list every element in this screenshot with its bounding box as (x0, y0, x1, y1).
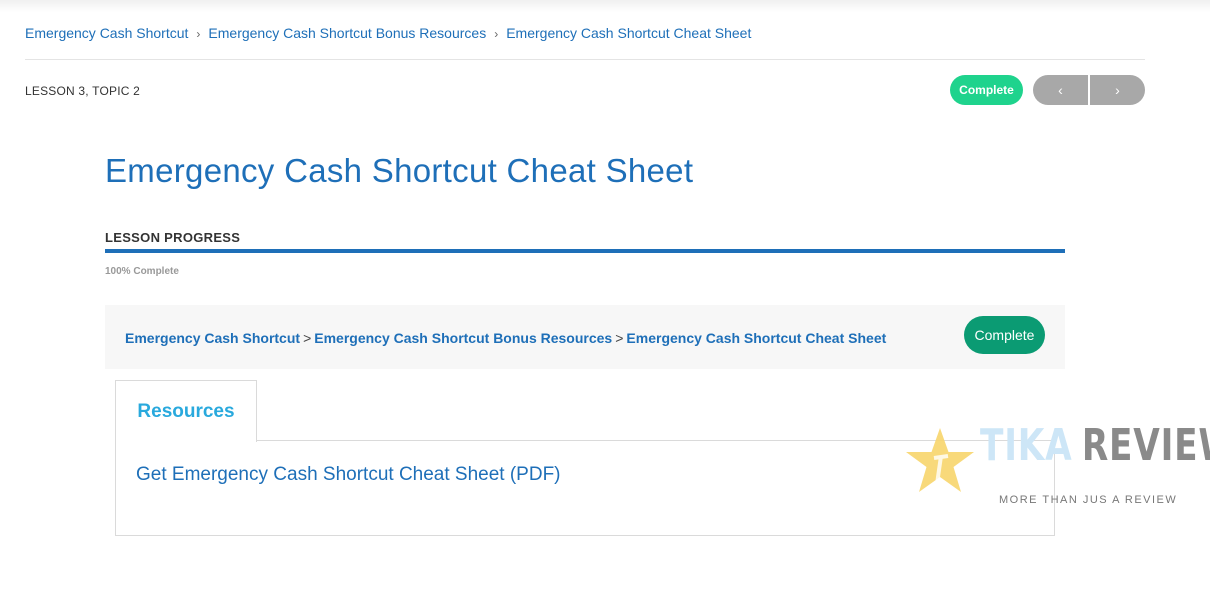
chevron-left-icon: ‹ (1058, 82, 1063, 98)
previous-button[interactable]: ‹ (1033, 75, 1088, 105)
complete-status-button[interactable]: Complete (950, 75, 1023, 105)
trail-separator: > (615, 330, 624, 346)
resource-link-pdf[interactable]: Get Emergency Cash Shortcut Cheat Sheet … (136, 464, 561, 486)
progress-bar-fill (105, 249, 1065, 253)
progress-bar (105, 249, 1065, 253)
lesson-navigation: ‹ › (1033, 75, 1145, 105)
star-icon (906, 428, 974, 492)
breadcrumb: Emergency Cash Shortcut › Emergency Cash S… (25, 25, 751, 41)
mark-complete-button[interactable]: Complete (964, 316, 1045, 354)
tab-resources[interactable]: Resources (115, 380, 257, 442)
watermark: TIKAREVIEW MORE THAN JUS A REVIEW (900, 420, 1210, 515)
watermark-brand-a: TIKA (980, 420, 1073, 471)
breadcrumb-separator: › (494, 27, 499, 41)
lesson-topic-label: LESSON 3, TOPIC 2 (25, 84, 141, 98)
next-button[interactable]: › (1090, 75, 1145, 105)
watermark-brand: TIKAREVIEW (980, 424, 1210, 468)
page-title: Emergency Cash Shortcut Cheat Sheet (105, 152, 694, 189)
progress-text: 100% Complete (105, 266, 179, 277)
breadcrumb-item-lesson[interactable]: Emergency Cash Shortcut Bonus Resources (208, 25, 486, 41)
top-shadow (0, 0, 1210, 12)
trail-item-topic[interactable]: Emergency Cash Shortcut Cheat Sheet (626, 330, 886, 346)
header-divider (25, 59, 1145, 60)
breadcrumb-item-topic[interactable]: Emergency Cash Shortcut Cheat Sheet (506, 25, 751, 41)
topic-trail: Emergency Cash Shortcut > Emergency Cash S… (125, 330, 886, 346)
trail-item-course[interactable]: Emergency Cash Shortcut (125, 330, 300, 346)
breadcrumb-item-course[interactable]: Emergency Cash Shortcut (25, 25, 188, 41)
topic-trail-box: Emergency Cash Shortcut > Emergency Cash S… (105, 305, 1065, 369)
chevron-right-icon: › (1115, 82, 1120, 98)
trail-item-lesson[interactable]: Emergency Cash Shortcut Bonus Resources (314, 330, 612, 346)
breadcrumb-separator: › (196, 27, 201, 41)
trail-separator: > (303, 330, 312, 346)
progress-heading: LESSON PROGRESS (105, 230, 241, 245)
watermark-tagline: MORE THAN JUS A REVIEW (999, 494, 1178, 506)
watermark-brand-b: REVIEW (1081, 420, 1210, 471)
